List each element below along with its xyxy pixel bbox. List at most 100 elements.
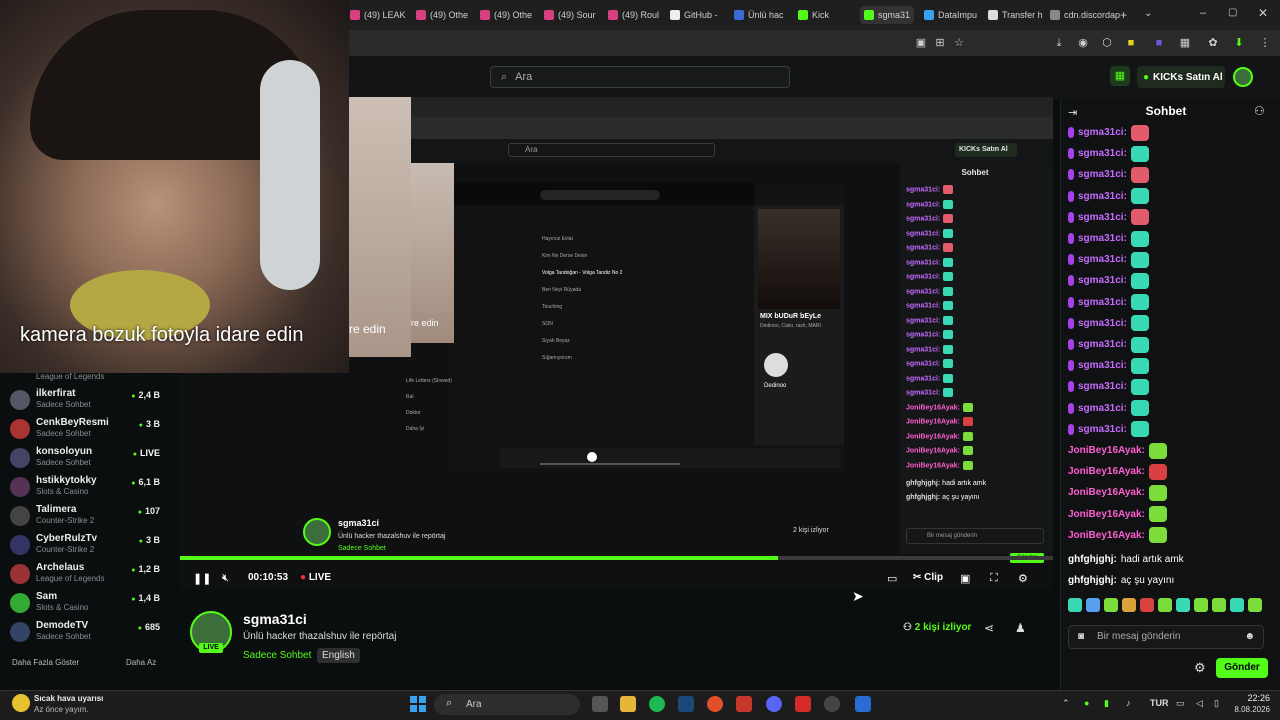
emote-icon[interactable] — [1140, 598, 1154, 612]
chat-username[interactable]: JoniBey16Ayak: — [1068, 445, 1145, 456]
extension-yellow-icon[interactable]: ■ — [1124, 36, 1138, 50]
minimize-icon[interactable]: – — [1200, 7, 1206, 19]
browser-tab[interactable]: Transfer h — [988, 6, 1043, 24]
emote-icon[interactable] — [1212, 598, 1226, 612]
chat-username[interactable]: sgma31ci: — [1078, 169, 1127, 180]
browser-tab[interactable]: cdn.discordap — [1050, 6, 1120, 24]
app-roblox-icon[interactable] — [795, 696, 811, 712]
chat-username[interactable]: sgma31ci: — [1078, 297, 1127, 308]
chat-username[interactable]: sgma31ci: — [1078, 191, 1127, 202]
chat-username[interactable]: sgma31ci: — [1078, 212, 1127, 223]
show-less-link[interactable]: Daha Az — [126, 658, 156, 667]
app-blue-icon[interactable] — [855, 696, 871, 712]
weather-title[interactable]: Sıcak hava uyarısı — [34, 694, 103, 703]
discord-icon[interactable] — [766, 696, 782, 712]
chat-username[interactable]: sgma31ci: — [1078, 403, 1127, 414]
follow-icon[interactable]: ♟ — [1015, 621, 1026, 635]
chat-username[interactable]: sgma31ci: — [1078, 339, 1127, 350]
close-window-icon[interactable]: ✕ — [1258, 6, 1268, 20]
browser-tab[interactable]: Kick — [798, 6, 829, 24]
send-button[interactable]: Gönder — [1216, 658, 1268, 678]
start-icon[interactable] — [410, 696, 426, 712]
app-red-icon[interactable] — [736, 696, 752, 712]
bookmark-star-icon[interactable]: ☆ — [952, 36, 966, 50]
chat-username[interactable]: sgma31ci: — [1078, 424, 1127, 435]
emote-icon[interactable] — [1122, 598, 1136, 612]
extension-icon[interactable]: ⬡ — [1100, 36, 1114, 50]
browser-tab[interactable]: GitHub - — [670, 6, 718, 24]
sidebar-channel-item[interactable]: CyberRulzTvCounter-Strike 2 3 B — [10, 533, 160, 562]
channel-name[interactable]: sgma31ci — [243, 611, 307, 627]
pause-icon[interactable]: ❚❚ — [193, 572, 211, 585]
stream-category[interactable]: Sadece Sohbet — [243, 650, 311, 661]
maximize-icon[interactable]: ▢ — [1228, 7, 1237, 18]
language-indicator[interactable]: TUR — [1150, 698, 1169, 708]
chat-users-icon[interactable]: ⚇ — [1254, 104, 1265, 118]
new-tab-icon[interactable]: + — [1120, 8, 1127, 22]
chat-input[interactable]: ◙ Bir mesaj gönderin ☻ — [1068, 625, 1264, 649]
app-circle-icon[interactable] — [824, 696, 840, 712]
emote-icon[interactable] — [1194, 598, 1208, 612]
user-avatar[interactable] — [1233, 67, 1253, 87]
sidebar-channel-item[interactable]: CenkBeyResmiSadece Sohbet 3 B — [10, 417, 160, 446]
chat-username[interactable]: sgma31ci: — [1078, 360, 1127, 371]
browser-tab[interactable]: Ünlü hac — [734, 6, 784, 24]
mic-icon[interactable]: ♪ — [1126, 698, 1131, 708]
extension-download-green-icon[interactable]: ⬇ — [1232, 36, 1246, 50]
extension-grid-icon[interactable]: ▦ — [1178, 36, 1192, 50]
stream-progress-bar[interactable] — [180, 556, 1053, 560]
tray-lock-icon[interactable]: ▮ — [1104, 698, 1109, 709]
rewards-icon[interactable]: ▦ — [1110, 66, 1130, 86]
chat-username[interactable]: sgma31ci: — [1078, 233, 1127, 244]
clock-date[interactable]: 8.08.2026 — [1222, 705, 1270, 714]
language-tag[interactable]: English — [317, 648, 360, 663]
chat-username[interactable]: JoniBey16Ayak: — [1068, 530, 1145, 541]
tab-list-icon[interactable]: ⌄ — [1144, 8, 1152, 19]
emoji-icon[interactable]: ☻ — [1244, 626, 1255, 648]
clock-time[interactable]: 22:26 — [1230, 693, 1270, 703]
emote-icon[interactable] — [1230, 598, 1244, 612]
fullscreen-icon[interactable]: ⛶ — [990, 572, 998, 585]
taskbar-search[interactable]: Ara — [434, 694, 580, 715]
browser-tab[interactable]: (49) Sour — [544, 6, 596, 24]
sidebar-channel-item[interactable]: ArchelausLeague of Legends 1,2 B — [10, 562, 160, 591]
steam-icon[interactable] — [678, 696, 694, 712]
extension-gear-icon[interactable]: ✿ — [1206, 36, 1220, 50]
browser-tab[interactable]: (49) LEAK — [350, 6, 406, 24]
browser-tab[interactable]: DataImpu — [924, 6, 977, 24]
emote-icon[interactable] — [1158, 598, 1172, 612]
install-icon[interactable]: ⊞ — [933, 36, 947, 50]
sidebar-channel-item[interactable]: SamSlots & Casino 1,4 B — [10, 591, 160, 620]
chat-username[interactable]: sgma31ci: — [1078, 275, 1127, 286]
chat-username[interactable]: JoniBey16Ayak: — [1068, 509, 1145, 520]
emote-icon[interactable] — [1104, 598, 1118, 612]
chat-settings-icon[interactable]: ⚙ — [1194, 660, 1206, 676]
spotify-icon[interactable] — [649, 696, 665, 712]
sidebar-channel-item[interactable]: TalimeraCounter-Strike 2 107 — [10, 504, 160, 533]
browser-tab[interactable]: sgma31 — [860, 6, 915, 24]
screenshot-icon[interactable]: ▣ — [914, 36, 928, 50]
sidebar-channel-item[interactable]: hstikkytokkySlots & Casino 6,1 B — [10, 475, 160, 504]
chat-username[interactable]: ghfghjghj: — [1068, 575, 1117, 586]
clip-button[interactable]: ✂ Clip — [913, 572, 943, 583]
browser-tab[interactable]: (49) Othe — [416, 6, 468, 24]
search-input[interactable]: ⌕ Ara — [490, 66, 790, 88]
browser-tab[interactable]: (49) Othe — [480, 6, 532, 24]
sidebar-channel-item[interactable]: DemodeTVSadece Sohbet 685 — [10, 620, 160, 649]
emote-icon[interactable] — [1248, 598, 1262, 612]
tray-chevron-icon[interactable]: ⌃ — [1062, 698, 1070, 709]
download-icon[interactable]: ⤓ — [1052, 36, 1066, 50]
share-icon[interactable]: ⋖ — [984, 621, 994, 635]
emote-icon[interactable] — [1086, 598, 1100, 612]
tray-green-icon[interactable]: ● — [1084, 698, 1089, 708]
emote-icon[interactable] — [1068, 598, 1082, 612]
file-explorer-icon[interactable] — [620, 696, 636, 712]
settings-icon[interactable]: ⚙ — [1018, 572, 1028, 585]
task-view-icon[interactable] — [592, 696, 608, 712]
extension-purple-icon[interactable]: ■ — [1152, 36, 1166, 50]
weather-icon[interactable] — [12, 694, 30, 712]
account-icon[interactable]: ◉ — [1076, 36, 1090, 50]
network-icon[interactable]: ▭ — [1176, 698, 1185, 709]
buy-kicks-button[interactable]: ● KICKs Satın Al — [1137, 66, 1225, 88]
chat-username[interactable]: JoniBey16Ayak: — [1068, 466, 1145, 477]
